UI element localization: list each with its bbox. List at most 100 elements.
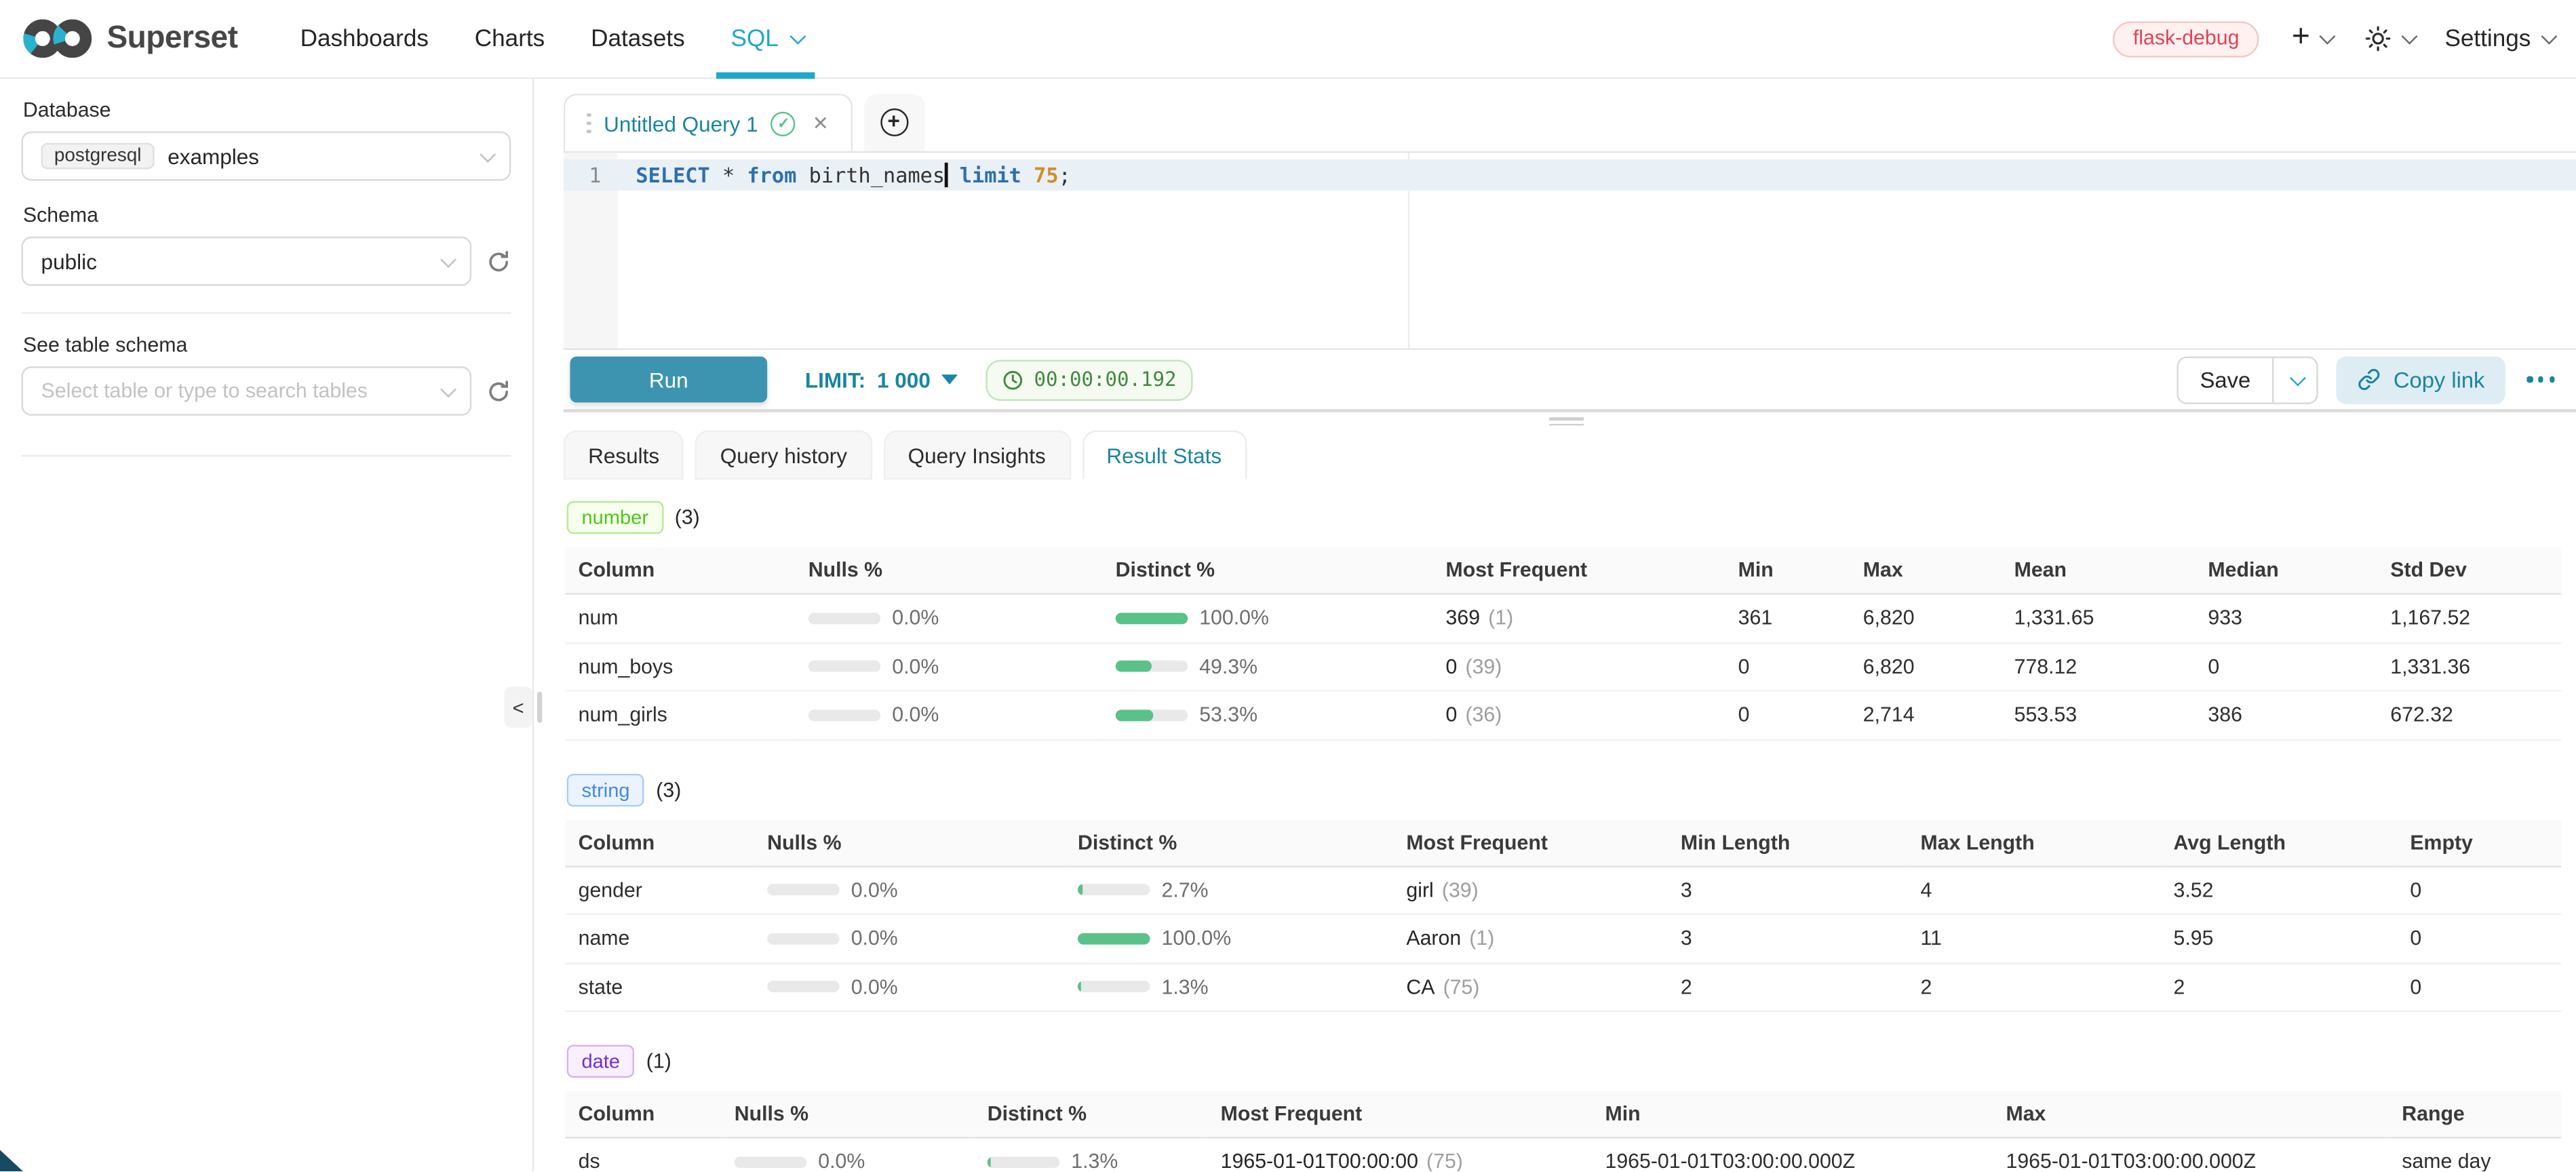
column-header: Max — [1993, 1091, 2389, 1138]
save-options-button[interactable] — [2272, 357, 2316, 402]
nulls-bar — [808, 661, 881, 672]
nav-items: Dashboards Charts DatasetsSQL — [277, 0, 824, 78]
chevron-down-icon — [2320, 28, 2335, 43]
result-tabs: ResultsQuery historyQuery InsightsResult… — [564, 431, 2576, 480]
column-header: Distinct % — [974, 1091, 1207, 1138]
distinct-cell: 49.3% — [1102, 643, 1432, 691]
column-header: Most Frequent — [1432, 547, 1725, 595]
distinct-bar — [1078, 981, 1150, 993]
stat-cell: 1965-01-01T03:00:00.000Z — [1993, 1139, 2389, 1172]
stat-cell: 553.53 — [2001, 692, 2195, 740]
plus-icon: + — [2292, 21, 2310, 52]
column-header: Avg Length — [2160, 819, 2397, 866]
chevron-down-icon — [2401, 28, 2416, 43]
stats-table-string: ColumnNulls %Distinct %Most FrequentMin … — [565, 819, 2561, 1012]
stat-cell: 3.52 — [2160, 867, 2397, 915]
column-header: Column — [565, 1091, 721, 1138]
most-frequent-cell: CA(75) — [1393, 964, 1668, 1012]
save-button[interactable]: Save — [2179, 357, 2272, 402]
stat-cell: 0 — [2397, 964, 2561, 1012]
nulls-bar — [767, 884, 840, 896]
save-split-button: Save — [2177, 355, 2318, 403]
stat-cell: 361 — [1725, 595, 1850, 643]
nulls-bar — [767, 933, 840, 944]
stat-cell: 2 — [1668, 964, 1908, 1012]
run-button[interactable]: Run — [570, 357, 767, 403]
nav-item-sql[interactable]: SQL — [708, 0, 824, 78]
column-header: Max — [1850, 547, 2001, 595]
chevron-down-icon — [790, 28, 805, 43]
column-name-cell: num — [565, 595, 795, 643]
sidebar-divider — [21, 312, 511, 313]
column-count: (3) — [656, 778, 681, 801]
most-frequent-cell: Aaron(1) — [1393, 915, 1668, 963]
settings-menu[interactable]: Settings — [2444, 26, 2551, 52]
navbar: Superset Dashboards Charts DatasetsSQL fla… — [0, 0, 2576, 79]
new-item-button[interactable]: + — [2292, 24, 2330, 52]
nulls-bar — [808, 709, 881, 721]
stat-cell: 778.12 — [2001, 643, 2195, 691]
new-query-tab-button[interactable]: + — [880, 109, 908, 136]
tab-query-insights[interactable]: Query Insights — [883, 431, 1070, 480]
sql-editor[interactable]: 1 SELECT * from birth_names limit 75; — [564, 151, 2576, 350]
tab-query-history[interactable]: Query history — [695, 431, 872, 480]
vertical-scrollbar-thumb[interactable] — [536, 692, 542, 723]
new-tab-area: + — [863, 94, 924, 151]
database-select[interactable]: postgresql examples — [21, 132, 511, 181]
tab-result-stats[interactable]: Result Stats — [1082, 431, 1246, 480]
copy-link-button[interactable]: Copy link — [2336, 355, 2506, 403]
runbar-right: Save Copy link — [2177, 355, 2576, 403]
refresh-schemas-button[interactable] — [486, 249, 511, 273]
query-tab[interactable]: Untitled Query 1 ✓ ✕ — [564, 94, 852, 151]
environment-badge: flask-debug — [2113, 20, 2259, 56]
schema-select[interactable]: public — [21, 237, 471, 286]
nulls-bar — [808, 612, 881, 624]
more-actions-button[interactable] — [2524, 370, 2558, 389]
main-panel: Untitled Query 1 ✓ ✕ + 1 SELECT * from b… — [534, 79, 2576, 1172]
settings-label: Settings — [2444, 26, 2531, 52]
pane-divider — [564, 409, 2576, 424]
column-name-cell: state — [565, 964, 754, 1012]
chevron-down-icon — [2541, 28, 2556, 43]
stat-cell: 0 — [2397, 915, 2561, 963]
tab-results[interactable]: Results — [564, 431, 684, 480]
distinct-bar — [1078, 933, 1150, 944]
distinct-bar — [1116, 661, 1188, 672]
nulls-cell: 0.0% — [795, 595, 1102, 643]
elapsed-time: 00:00:00.192 — [1034, 368, 1176, 391]
stat-cell: 672.32 — [2377, 692, 2561, 740]
stat-cell: 933 — [2195, 595, 2377, 643]
resize-drag-handle[interactable] — [1549, 417, 1584, 429]
column-header: Range — [2389, 1091, 2561, 1138]
stat-cell: 0 — [1725, 692, 1850, 740]
limit-dropdown[interactable]: LIMIT: 1 000 — [805, 367, 958, 391]
table-select[interactable]: Select table or type to search tables — [21, 366, 471, 416]
superset-logo[interactable]: Superset — [21, 16, 237, 60]
column-name-cell: num_boys — [565, 643, 795, 691]
nav-item-datasets[interactable]: Datasets — [568, 0, 707, 78]
stat-cell: 386 — [2195, 692, 2377, 740]
column-header: Min — [1592, 1091, 1993, 1138]
database-value: examples — [168, 144, 259, 168]
nav-item-label: Charts — [475, 26, 545, 52]
theme-toggle[interactable] — [2364, 24, 2412, 52]
drag-handle-icon[interactable] — [587, 113, 591, 134]
collapse-sidebar-button[interactable]: < — [505, 686, 532, 728]
stat-cell: 2,714 — [1850, 692, 2001, 740]
stat-cell: 1,331.36 — [2377, 643, 2561, 691]
refresh-tables-button[interactable] — [486, 378, 511, 403]
nav-item-charts[interactable]: Charts — [452, 0, 568, 78]
most-frequent-cell: girl(39) — [1393, 867, 1668, 915]
query-tab-title: Untitled Query 1 — [604, 111, 758, 135]
close-tab-icon[interactable]: ✕ — [813, 112, 829, 135]
stats-table-date: ColumnNulls %Distinct %Most FrequentMinM… — [565, 1091, 2561, 1172]
sidebar: Database postgresql examples Schema publ… — [0, 79, 534, 1172]
stats-section-string: string(3)ColumnNulls %Distinct %Most Fre… — [565, 773, 2576, 1012]
refresh-icon — [486, 249, 511, 273]
column-header: Column — [565, 547, 795, 595]
chevron-down-icon — [480, 146, 496, 162]
column-header: Max Length — [1907, 819, 2160, 866]
nav-item-dashboards[interactable]: Dashboards — [277, 0, 452, 78]
column-header: Most Frequent — [1393, 819, 1668, 866]
schema-label: Schema — [23, 203, 511, 227]
